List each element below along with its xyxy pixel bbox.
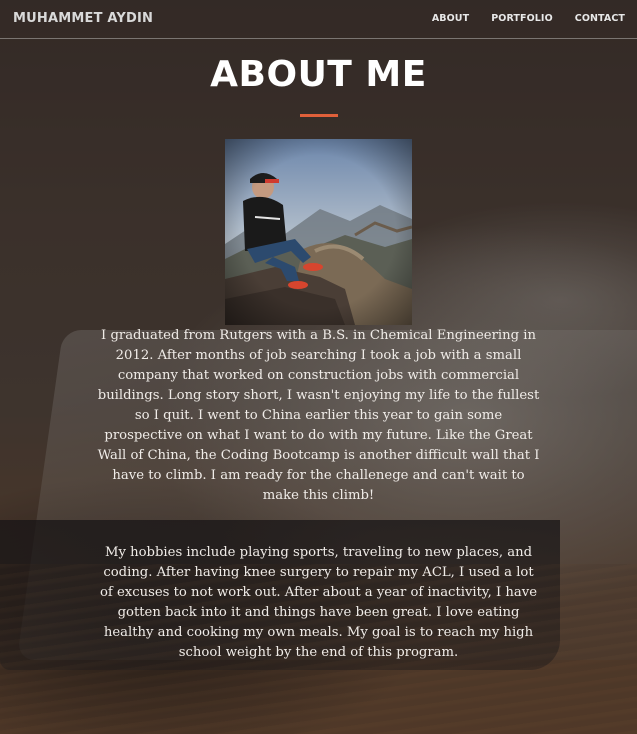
nav-link-contact[interactable]: CONTACT bbox=[575, 13, 625, 24]
about-paragraph-1: I graduated from Rutgers with a B.S. in … bbox=[97, 328, 540, 503]
profile-photo bbox=[225, 139, 412, 325]
title-divider bbox=[299, 114, 338, 117]
nav-links: ABOUT PORTFOLIO CONTACT bbox=[432, 13, 625, 24]
navbar: MUHAMMET AYDIN ABOUT PORTFOLIO CONTACT bbox=[0, 0, 637, 39]
page-title: ABOUT ME bbox=[210, 54, 427, 95]
about-section: ABOUT ME I graduated from Rutgers with a… bbox=[0, 40, 637, 663]
about-paragraph-2: My hobbies include playing sports, trave… bbox=[99, 545, 538, 660]
nav-link-about[interactable]: ABOUT bbox=[432, 13, 469, 24]
nav-link-portfolio[interactable]: PORTFOLIO bbox=[491, 13, 553, 24]
brand-link[interactable]: MUHAMMET AYDIN bbox=[13, 11, 153, 26]
page-background: MUHAMMET AYDIN ABOUT PORTFOLIO CONTACT A… bbox=[0, 0, 637, 734]
